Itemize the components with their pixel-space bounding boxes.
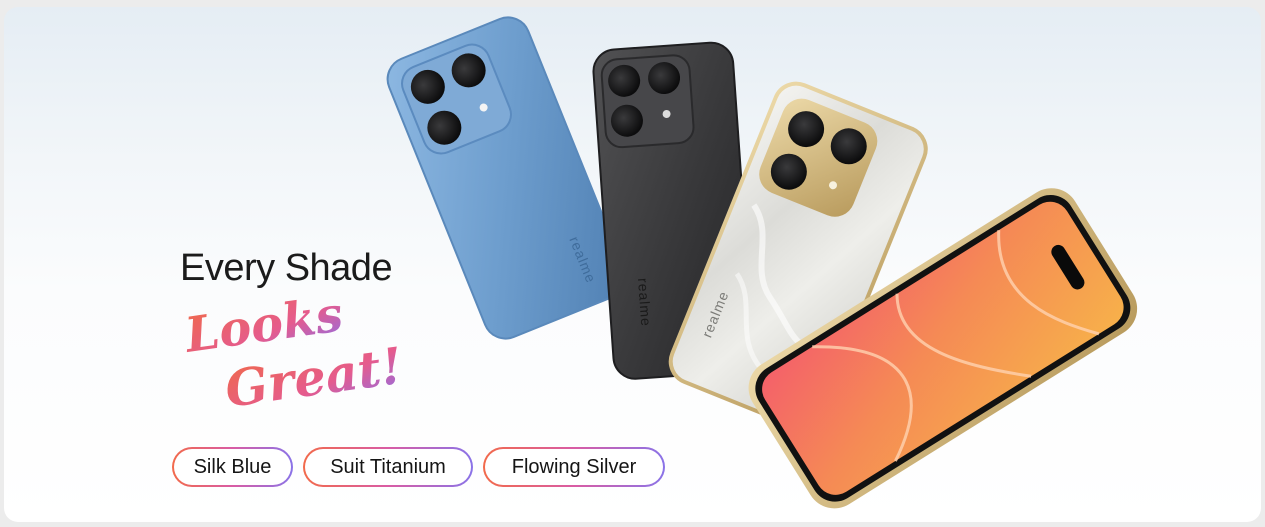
phone-silk-blue: realme <box>386 16 627 340</box>
swatch-silk-blue[interactable]: Silk Blue <box>172 447 293 487</box>
swatch-suit-titanium[interactable]: Suit Titanium <box>303 447 473 487</box>
product-color-banner[interactable]: realme realme realme Every Shade Looks G… <box>4 7 1261 522</box>
looks-great-tagline: Looks Great! <box>180 286 420 427</box>
swatch-flowing-silver[interactable]: Flowing Silver <box>483 447 665 487</box>
brand-logo-titanium: realme <box>635 277 654 327</box>
banner-headline: Every Shade <box>180 247 393 289</box>
